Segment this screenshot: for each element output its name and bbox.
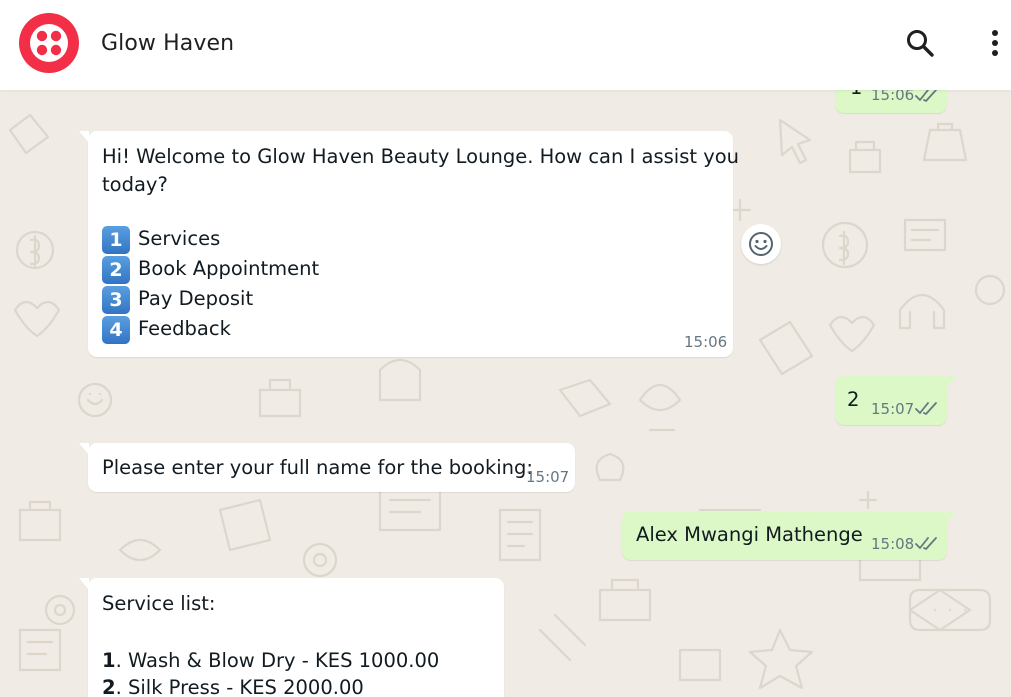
service-text: . Silk Press - KES 2000.00: [115, 676, 364, 697]
search-button[interactable]: [902, 25, 938, 61]
message-time: 15:08: [871, 535, 915, 553]
more-options-button[interactable]: [977, 25, 1011, 61]
read-receipt-icon: [915, 402, 937, 415]
keycap-number-icon: 2: [102, 256, 130, 284]
chat-area[interactable]: 1 15:06 Hi! Welcome to Glow Haven Beauty…: [0, 90, 1011, 697]
message-time: 15:07: [871, 400, 915, 418]
chat-header: Glow Haven: [0, 0, 1011, 90]
smiley-icon: [749, 232, 773, 256]
message-incoming[interactable]: Service list: 1. Wash & Blow Dry - KES 1…: [79, 578, 504, 697]
message-text: 1: [850, 90, 862, 99]
read-receipt-icon: [915, 537, 937, 550]
service-list-item: 2. Silk Press - KES 2000.00: [102, 676, 364, 697]
service-number: 2: [102, 676, 116, 697]
read-receipt-icon: [915, 90, 937, 102]
message-outgoing[interactable]: 2 15:07: [835, 376, 956, 425]
more-vert-icon: [992, 30, 998, 56]
message-text: Service list:: [102, 592, 216, 615]
chat-title[interactable]: Glow Haven: [101, 31, 234, 56]
menu-option-label: Feedback: [138, 317, 231, 340]
message-text: 2: [847, 388, 860, 411]
message-text: today?: [102, 173, 168, 196]
message-outgoing[interactable]: Alex Mwangi Mathenge 15:08: [622, 511, 956, 560]
twilio-logo-icon: [19, 13, 79, 73]
keycap-number-icon: 3: [102, 286, 130, 314]
message-time: 15:06: [684, 333, 728, 351]
search-icon: [907, 30, 934, 57]
service-text: . Wash & Blow Dry - KES 1000.00: [115, 649, 440, 672]
avatar[interactable]: [19, 13, 79, 73]
keycap-number-icon: 1: [102, 226, 130, 254]
service-list-item: 1. Wash & Blow Dry - KES 1000.00: [102, 649, 439, 672]
menu-option-label: Book Appointment: [138, 257, 320, 280]
menu-option-label: Pay Deposit: [138, 287, 254, 310]
message-incoming[interactable]: Hi! Welcome to Glow Haven Beauty Lounge.…: [79, 131, 739, 357]
message-text: Please enter your full name for the book…: [102, 456, 533, 479]
message-text: Alex Mwangi Mathenge: [636, 523, 863, 546]
react-emoji-button[interactable]: [741, 224, 781, 264]
message-time: 15:06: [871, 90, 915, 104]
message-incoming[interactable]: Please enter your full name for the book…: [79, 443, 575, 492]
message-text: Hi! Welcome to Glow Haven Beauty Lounge.…: [102, 145, 740, 168]
menu-option-label: Services: [138, 227, 221, 250]
keycap-number-icon: 4: [102, 316, 130, 344]
message-outgoing[interactable]: 1 15:06: [835, 90, 947, 113]
service-number: 1: [102, 649, 116, 672]
message-time: 15:07: [526, 468, 570, 486]
